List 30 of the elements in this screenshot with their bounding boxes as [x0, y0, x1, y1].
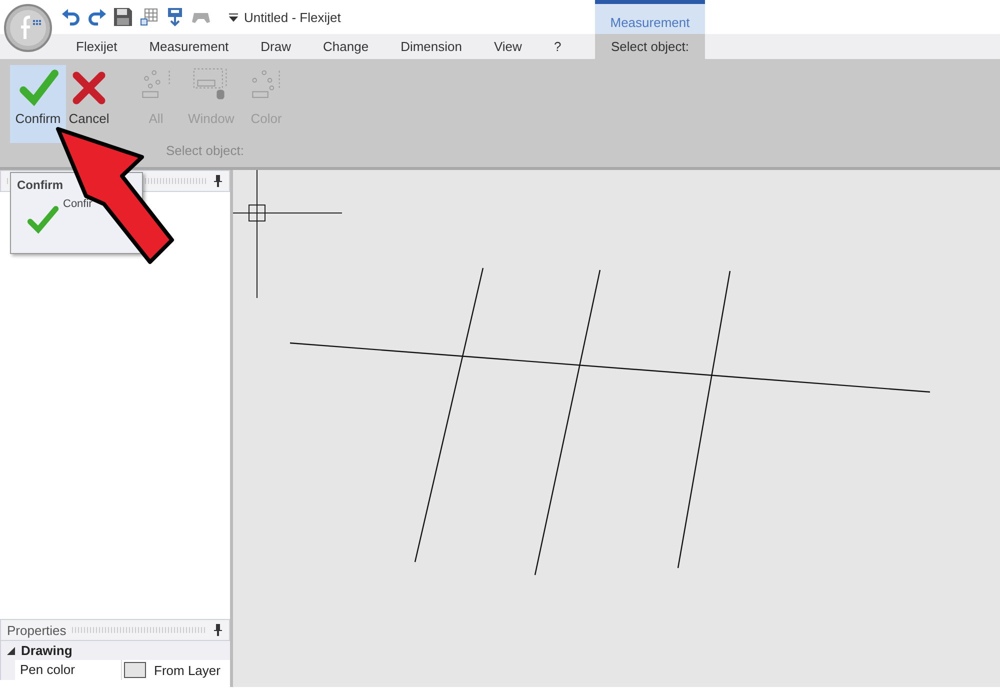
panel-title: Properties — [7, 622, 66, 638]
ribbon-tab[interactable]: View — [478, 34, 538, 59]
group-label: Select object: — [164, 143, 246, 158]
ribbon-tab[interactable]: Measurement — [133, 34, 245, 59]
ribbon-tab[interactable]: Change — [307, 34, 385, 59]
ribbon-tab[interactable]: Flexijet — [60, 34, 134, 59]
confirm-button[interactable]: Confirm — [10, 65, 66, 143]
save-icon[interactable] — [113, 7, 133, 27]
ribbon-tab[interactable]: ? — [538, 34, 578, 59]
checkmark-icon — [27, 204, 59, 236]
cancel-button[interactable]: Cancel — [66, 65, 112, 126]
undo-icon[interactable] — [61, 7, 81, 27]
property-name: Pen color — [15, 660, 121, 680]
context-tab-group: Measurement — [595, 0, 705, 34]
redo-icon[interactable] — [87, 7, 107, 27]
tooltip-text: Confir — [63, 198, 92, 210]
ribbon-tab[interactable]: Dimension — [384, 34, 478, 59]
checkmark-icon — [17, 67, 59, 109]
pin-icon[interactable] — [213, 624, 223, 636]
collapse-triangle-icon[interactable] — [7, 646, 15, 654]
ribbon-tab[interactable]: Select object: — [595, 34, 705, 59]
ribbon-tab[interactable]: Draw — [244, 34, 308, 59]
tooltip-title: Confirm — [17, 178, 64, 192]
table-icon[interactable] — [139, 7, 159, 27]
crosshair-cursor-icon — [233, 170, 342, 298]
pin-icon[interactable] — [213, 175, 223, 187]
window-title: Untitled - Flexijet — [244, 10, 341, 24]
category-label: Drawing — [21, 643, 72, 658]
dropdown-icon[interactable] — [229, 12, 238, 22]
download-icon[interactable] — [165, 7, 185, 27]
